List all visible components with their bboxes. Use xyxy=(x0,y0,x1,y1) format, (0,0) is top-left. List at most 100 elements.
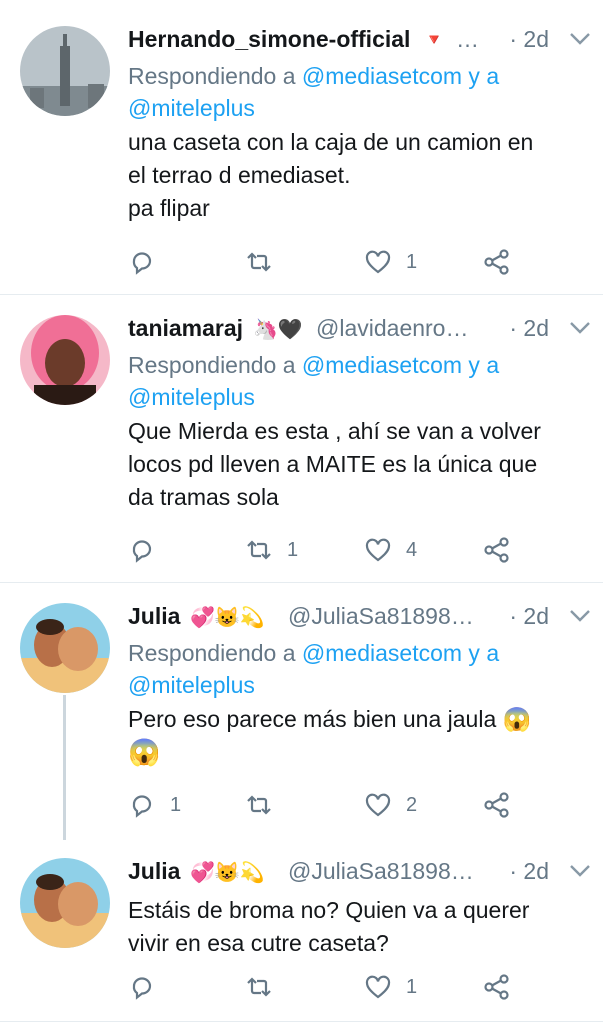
avatar[interactable] xyxy=(20,858,110,948)
chevron-down-icon[interactable] xyxy=(569,864,591,878)
share-button[interactable] xyxy=(483,533,511,567)
reply-prefix: Respondiendo a xyxy=(128,640,302,666)
like-button[interactable]: 2 xyxy=(364,788,417,822)
timestamp[interactable]: · 2d xyxy=(509,858,549,885)
share-icon xyxy=(484,792,509,818)
reply-icon xyxy=(132,795,152,818)
avatar[interactable] xyxy=(20,603,110,693)
reply-button[interactable]: 1 xyxy=(128,788,181,822)
like-icon xyxy=(365,538,391,562)
reply-prefix: Respondiendo a xyxy=(128,63,302,89)
tweet-text: Pero eso parece más bien una jaula 😱 😱 xyxy=(128,703,591,769)
mention-link[interactable]: @mediasetcom xyxy=(302,640,462,666)
author-name[interactable]: Julia xyxy=(128,858,180,885)
avatar-image xyxy=(20,26,110,116)
timestamp[interactable]: · 2d xyxy=(509,26,549,53)
author-handle[interactable]: @JuliaSa81898… xyxy=(288,858,474,885)
tweet-text: Estáis de broma no? Quien va a querer vi… xyxy=(128,894,591,960)
chevron-down-icon[interactable] xyxy=(569,609,591,623)
reply-button[interactable] xyxy=(128,245,170,279)
name-emojis: 🦄🖤 xyxy=(253,319,303,341)
reply-prefix: Respondiendo a xyxy=(128,352,302,378)
share-icon xyxy=(484,974,509,1000)
mention-link[interactable]: @mediasetcom xyxy=(302,63,462,89)
reply-context: Respondiendo a @mediasetcom y a @mitelep… xyxy=(128,637,591,701)
share-button[interactable] xyxy=(483,245,511,279)
reply-context: Respondiendo a @mediasetcom y a @mitelep… xyxy=(128,60,591,124)
share-icon xyxy=(484,537,509,563)
share-button[interactable] xyxy=(483,970,511,1004)
share-icon xyxy=(484,249,509,275)
share-button[interactable] xyxy=(483,788,511,822)
author-name[interactable]: Hernando_simone-official xyxy=(128,26,410,53)
tweet-text: una caseta con la caja de un camion en e… xyxy=(128,126,591,225)
mention-link[interactable]: @miteleplus xyxy=(128,672,255,698)
mention-link[interactable]: @miteleplus xyxy=(128,384,255,410)
tweet-text-line: vivir en esa cutre caseta? xyxy=(128,930,389,956)
retweet-icon xyxy=(247,795,271,815)
retweet-icon xyxy=(247,252,271,272)
tweet-text-line: Pero eso parece más bien una jaula 😱 xyxy=(128,706,532,732)
tweet-text-line: pa flipar xyxy=(128,195,210,221)
author-handle[interactable]: … xyxy=(456,26,479,53)
retweet-count: 1 xyxy=(287,538,299,561)
avatar-image xyxy=(20,603,110,693)
reply-icon xyxy=(132,252,152,275)
like-icon xyxy=(365,793,391,817)
author-handle[interactable]: @lavidaenro… xyxy=(316,315,468,342)
like-button[interactable]: 1 xyxy=(364,970,417,1004)
mention-link[interactable]: @miteleplus xyxy=(128,95,255,121)
avatar[interactable] xyxy=(20,315,110,405)
chevron-down-icon[interactable] xyxy=(569,321,591,335)
reply-and: y a xyxy=(462,352,500,378)
avatar-image xyxy=(20,858,110,948)
tweet[interactable]: Julia 💞😺💫 @JuliaSa81898… · 2d Respondien… xyxy=(0,583,603,840)
divider xyxy=(0,1021,603,1022)
reply-and: y a xyxy=(462,63,500,89)
like-count: 1 xyxy=(406,250,418,273)
tweet-text-line: Estáis de broma no? Quien va a querer xyxy=(128,897,530,923)
retweet-button[interactable] xyxy=(245,788,287,822)
tweet-text-line: 😱 xyxy=(128,737,161,767)
avatar-image xyxy=(20,315,110,405)
author-handle[interactable]: @JuliaSa81898… xyxy=(288,603,474,630)
retweet-button[interactable] xyxy=(245,245,287,279)
like-button[interactable]: 4 xyxy=(364,533,417,567)
mention-link[interactable]: @mediasetcom xyxy=(302,352,462,378)
reply-and: y a xyxy=(462,640,500,666)
tweet-text-line: una caseta con la caja de un camion en xyxy=(128,129,534,155)
reply-icon xyxy=(132,977,152,1000)
badge-emoji: 🔻 xyxy=(424,32,444,49)
thread-line xyxy=(63,695,66,840)
avatar[interactable] xyxy=(20,26,110,116)
reply-icon xyxy=(132,540,152,563)
retweet-button[interactable] xyxy=(245,970,287,1004)
like-count: 1 xyxy=(406,975,418,998)
tweet-text-line: el terrao d emediaset. xyxy=(128,162,351,188)
tweet[interactable]: Hernando_simone-official 🔻 … · 2d Respon… xyxy=(0,0,603,294)
author-name[interactable]: taniamaraj xyxy=(128,315,243,342)
like-count: 2 xyxy=(406,793,418,816)
retweet-icon xyxy=(247,977,271,997)
timestamp[interactable]: · 2d xyxy=(509,315,549,342)
tweet-text-line: da tramas sola xyxy=(128,484,279,510)
tweet-text-line: Que Mierda es esta , ahí se van a volver xyxy=(128,418,541,444)
tweet[interactable]: Julia 💞😺💫 @JuliaSa81898… · 2d Estáis de … xyxy=(0,840,603,1020)
timestamp[interactable]: · 2d xyxy=(509,603,549,630)
like-icon xyxy=(365,250,391,274)
reply-button[interactable] xyxy=(128,970,170,1004)
reply-count: 1 xyxy=(170,793,182,816)
retweet-button[interactable]: 1 xyxy=(245,533,298,567)
reply-context: Respondiendo a @mediasetcom y a @mitelep… xyxy=(128,349,591,413)
name-emojis: 💞😺💫 xyxy=(190,607,265,629)
chevron-down-icon[interactable] xyxy=(569,32,591,46)
author-name[interactable]: Julia xyxy=(128,603,180,630)
tweet-text: Que Mierda es esta , ahí se van a volver… xyxy=(128,415,591,514)
name-emojis: 💞😺💫 xyxy=(190,862,265,884)
retweet-icon xyxy=(247,540,271,560)
tweet-text-line: locos pd lleven a MAITE es la única que xyxy=(128,451,538,477)
tweet[interactable]: taniamaraj 🦄🖤 @lavidaenro… · 2d Respondi… xyxy=(0,295,603,582)
reply-button[interactable] xyxy=(128,533,170,567)
like-button[interactable]: 1 xyxy=(364,245,417,279)
like-icon xyxy=(365,975,391,999)
